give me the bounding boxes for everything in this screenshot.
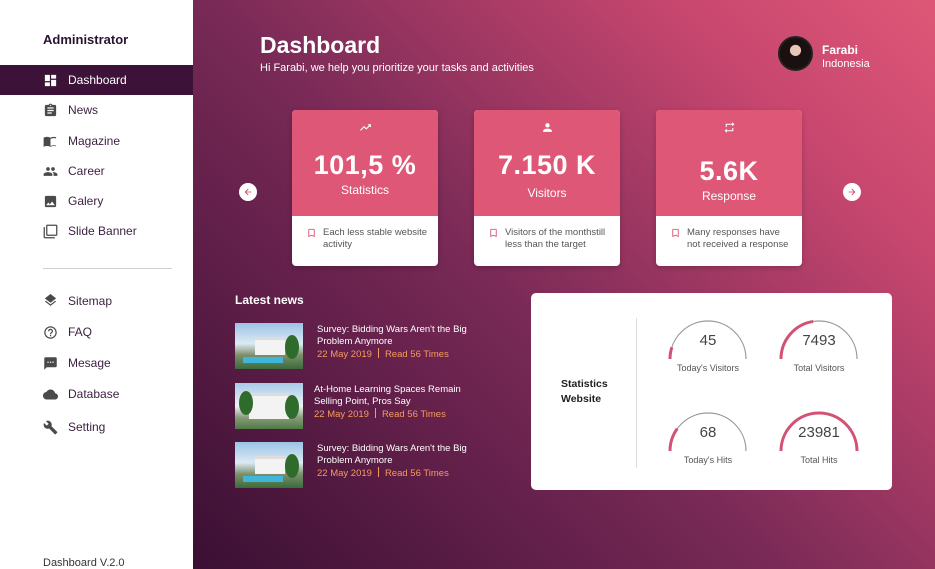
gauge-label: Total Visitors	[793, 363, 845, 373]
gauge-total-hits: 23981 Total Hits	[779, 411, 859, 467]
gauge-value: 45	[699, 332, 717, 349]
gauge-label: Today's Hits	[683, 455, 733, 465]
news-thumbnail	[235, 442, 303, 488]
carousel-next-button[interactable]	[843, 183, 861, 201]
sidebar-item-news[interactable]: News	[0, 95, 193, 125]
message-icon	[42, 355, 58, 371]
sidebar-item-label: Career	[68, 164, 105, 178]
layers-icon	[42, 293, 58, 309]
stat-card-visitors[interactable]: 7.150 K Visitors Visitors of the monthst…	[474, 110, 620, 266]
carousel-prev-button[interactable]	[239, 183, 257, 201]
news-meta: 22 May 2019 Read 56 Times	[317, 348, 449, 360]
news-reads: Read 56 Times	[384, 349, 449, 360]
stat-card-value: 101,5 %	[313, 150, 417, 180]
brand-title: Administrator	[43, 32, 129, 47]
stat-card-response[interactable]: 5.6K Response Many responses have not re…	[656, 110, 802, 266]
news-title: Survey: Bidding Wars Aren't the Big Prob…	[317, 443, 467, 466]
gauge-label: Today's Visitors	[676, 363, 740, 373]
avatar[interactable]	[778, 36, 813, 71]
news-thumbnail	[235, 323, 303, 369]
sidebar-item-label: Mesage	[68, 356, 111, 370]
sidebar-item-database[interactable]: Database	[0, 379, 193, 409]
arrow-left-icon	[244, 188, 252, 196]
version-label: Dashboard V.2.0	[43, 557, 125, 569]
news-reads: Read 56 Times	[381, 409, 446, 420]
book-icon	[42, 133, 58, 149]
database-icon	[42, 386, 58, 402]
news-date: 22 May 2019	[314, 409, 369, 420]
help-icon	[42, 324, 58, 340]
latest-news-heading: Latest news	[235, 293, 304, 307]
sidebar-item-label: Magazine	[68, 134, 121, 148]
news-item[interactable]: At-Home Learning Spaces Remain Selling P…	[235, 383, 475, 429]
sidebar-item-label: Database	[68, 387, 120, 401]
trending-up-icon	[359, 124, 371, 131]
gauge-value: 23981	[798, 424, 840, 441]
news-reads: Read 56 Times	[384, 468, 449, 479]
gauge-todays-visitors: 45 Today's Visitors	[668, 319, 748, 375]
sidebar-divider	[43, 268, 172, 269]
gauge-total-visitors: 7493 Total Visitors	[779, 319, 859, 375]
stat-card-note: Each less stable website activity	[323, 227, 428, 250]
person-icon	[542, 123, 552, 132]
sidebar-item-galery[interactable]: Galery	[0, 186, 193, 216]
page-subtitle: Hi Farabi, we help you prioritize your t…	[260, 62, 534, 74]
sidebar-item-label: Slide Banner	[68, 224, 137, 238]
sidebar-item-career[interactable]: Career	[0, 156, 193, 186]
statistics-panel: Statistics Website 45 Today's Visitors 7…	[531, 293, 892, 490]
gauge-todays-hits: 68 Today's Hits	[668, 411, 748, 467]
news-meta: 22 May 2019 Read 56 Times	[317, 467, 449, 479]
statistics-divider	[636, 318, 637, 468]
stat-card-value: 7.150 K	[497, 150, 597, 180]
arrow-right-icon	[848, 188, 856, 196]
stat-card-value: 5.6K	[699, 156, 759, 186]
image-icon	[42, 193, 58, 209]
clipboard-icon	[42, 102, 58, 118]
sidebar-item-mesage[interactable]: Mesage	[0, 348, 193, 378]
wrench-icon	[42, 419, 58, 435]
stat-card-label: Statistics	[340, 183, 389, 197]
sidebar-item-label: Setting	[68, 420, 106, 434]
news-title: At-Home Learning Spaces Remain Selling P…	[314, 384, 461, 407]
bookmark-icon	[672, 228, 679, 238]
gauge-value: 68	[699, 424, 717, 441]
bookmark-icon	[308, 228, 315, 238]
sidebar-item-sitemap[interactable]: Sitemap	[0, 286, 193, 316]
sidebar-item-label: Sitemap	[68, 294, 113, 308]
stat-card-note: Visitors of the monthstill less than the…	[505, 227, 606, 250]
stat-card-label: Response	[701, 189, 757, 203]
people-icon	[42, 163, 58, 179]
gauge-value: 7493	[802, 332, 836, 349]
news-meta: 22 May 2019 Read 56 Times	[314, 408, 446, 420]
news-date: 22 May 2019	[317, 349, 372, 360]
page-title: Dashboard	[260, 32, 381, 58]
sidebar-item-slide-banner[interactable]: Slide Banner	[0, 216, 193, 246]
news-title: Survey: Bidding Wars Aren't the Big Prob…	[317, 324, 467, 347]
sidebar-item-label: News	[68, 103, 99, 117]
user-name: Farabi	[822, 43, 859, 57]
repeat-icon	[724, 122, 734, 133]
news-date: 22 May 2019	[317, 468, 372, 479]
sidebar-item-label: Dashboard	[68, 73, 127, 87]
news-item[interactable]: Survey: Bidding Wars Aren't the Big Prob…	[235, 442, 475, 488]
news-thumbnail	[235, 383, 303, 429]
sidebar-item-setting[interactable]: Setting	[0, 412, 193, 442]
slides-icon	[42, 223, 58, 239]
sidebar-item-label: FAQ	[68, 325, 93, 339]
stat-card-note: Many responses have not received a respo…	[687, 227, 789, 250]
sidebar-item-dashboard[interactable]: Dashboard	[0, 65, 193, 95]
main-content: Dashboard Hi Farabi, we help you priorit…	[193, 0, 935, 569]
bookmark-icon	[490, 228, 497, 238]
dashboard-icon	[42, 72, 58, 88]
statistics-title: Statistics Website	[561, 378, 608, 405]
stat-card-label: Visitors	[527, 186, 567, 200]
user-country: Indonesia	[822, 58, 870, 70]
gauge-label: Total Hits	[800, 455, 838, 465]
stat-card-statistics[interactable]: 101,5 % Statistics Each less stable webs…	[292, 110, 438, 266]
sidebar-item-label: Galery	[68, 194, 104, 208]
sidebar: Administrator Dashboard News Magazine Ca…	[0, 0, 193, 569]
sidebar-item-faq[interactable]: FAQ	[0, 317, 193, 347]
sidebar-item-magazine[interactable]: Magazine	[0, 126, 193, 156]
news-item[interactable]: Survey: Bidding Wars Aren't the Big Prob…	[235, 323, 475, 369]
